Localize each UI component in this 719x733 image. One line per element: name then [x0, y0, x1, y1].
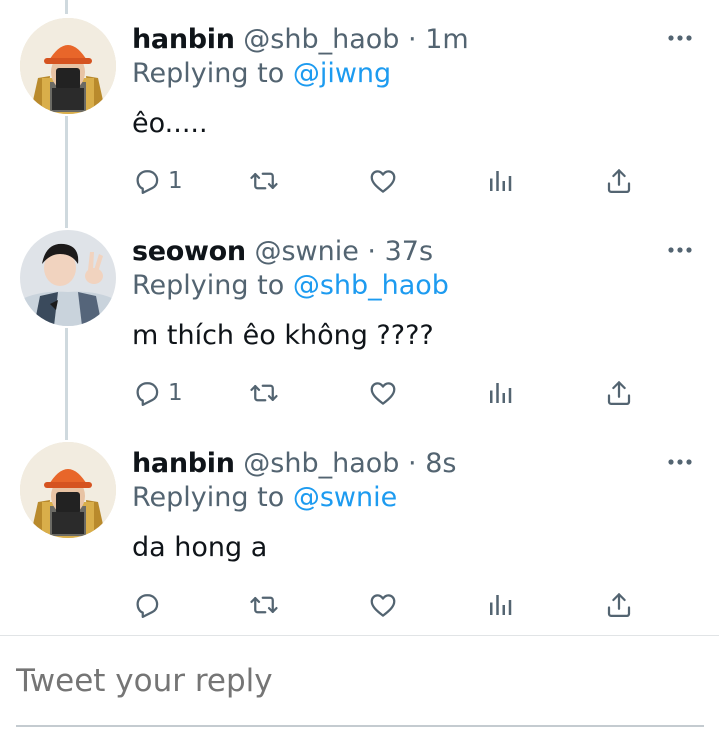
analytics-icon: [485, 378, 515, 408]
avatar-image: [20, 230, 116, 326]
more-icon[interactable]: [667, 245, 693, 255]
user-handle[interactable]: @shb_haob: [243, 24, 399, 55]
analytics-button[interactable]: [485, 587, 515, 623]
analytics-icon: [485, 590, 515, 620]
reply-icon: [132, 590, 162, 620]
tweet-header: hanbin @shb_haob · 1m: [132, 23, 699, 57]
reply-button[interactable]: [132, 587, 168, 623]
replying-to-prefix: Replying to: [132, 270, 293, 301]
replying-to: Replying to @swnie: [132, 481, 699, 515]
share-button[interactable]: [604, 587, 634, 623]
timestamp[interactable]: 37s: [385, 236, 433, 267]
share-button[interactable]: [604, 163, 634, 199]
replying-to: Replying to @shb_haob: [132, 269, 699, 303]
reply-count: 1: [168, 168, 183, 194]
replying-to-prefix: Replying to: [132, 482, 293, 513]
reply-count: 1: [168, 380, 183, 406]
display-name[interactable]: hanbin: [132, 448, 235, 479]
like-icon: [368, 166, 398, 196]
like-button[interactable]: [368, 375, 398, 411]
composer-divider: [0, 635, 719, 636]
like-icon: [368, 590, 398, 620]
replying-to: Replying to @jiwng: [132, 57, 699, 91]
tweet[interactable]: seowon @swnie · 37s Replying to @shb_hao…: [0, 212, 719, 424]
avatar-image: [20, 18, 116, 114]
mention-link[interactable]: @shb_haob: [293, 270, 449, 301]
tweet-text: êo.....: [132, 108, 208, 139]
retweet-button[interactable]: [249, 587, 279, 623]
more-icon[interactable]: [667, 457, 693, 467]
like-button[interactable]: [368, 587, 398, 623]
tweet[interactable]: hanbin @shb_haob · 1m Replying to @jiwng…: [0, 0, 719, 212]
replying-to-prefix: Replying to: [132, 58, 293, 89]
separator-dot: ·: [408, 24, 417, 55]
retweet-icon: [249, 378, 279, 408]
tweet-text: m thích êo không ????: [132, 320, 434, 351]
reply-button[interactable]: 1: [132, 375, 183, 411]
analytics-button[interactable]: [485, 163, 515, 199]
avatar[interactable]: [20, 18, 116, 114]
timestamp[interactable]: 8s: [425, 448, 456, 479]
retweet-icon: [249, 590, 279, 620]
avatar-image: [20, 442, 116, 538]
retweet-icon: [249, 166, 279, 196]
mention-link[interactable]: @swnie: [293, 482, 397, 513]
reply-icon: [132, 166, 162, 196]
tweet-text: da hong a: [132, 532, 268, 563]
like-button[interactable]: [368, 163, 398, 199]
tweet-actions: [132, 587, 652, 623]
retweet-button[interactable]: [249, 163, 279, 199]
mention-link[interactable]: @jiwng: [293, 58, 391, 89]
user-handle[interactable]: @swnie: [254, 236, 358, 267]
share-button[interactable]: [604, 375, 634, 411]
reply-icon: [132, 378, 162, 408]
user-handle[interactable]: @shb_haob: [243, 448, 399, 479]
avatar[interactable]: [20, 442, 116, 538]
reply-input-underline: [16, 725, 704, 727]
like-icon: [368, 378, 398, 408]
analytics-icon: [485, 166, 515, 196]
retweet-button[interactable]: [249, 375, 279, 411]
tweet-actions: 1: [132, 375, 652, 411]
share-icon: [604, 166, 634, 196]
separator-dot: ·: [408, 448, 417, 479]
display-name[interactable]: hanbin: [132, 24, 235, 55]
separator-dot: ·: [367, 236, 377, 267]
timestamp[interactable]: 1m: [425, 24, 468, 55]
tweet-header: hanbin @shb_haob · 8s: [132, 447, 699, 481]
reply-input[interactable]: [16, 656, 706, 706]
tweet[interactable]: hanbin @shb_haob · 8s Replying to @swnie…: [0, 424, 719, 635]
share-icon: [604, 590, 634, 620]
tweet-actions: 1: [132, 163, 652, 199]
avatar[interactable]: [20, 230, 116, 326]
tweet-header: seowon @swnie · 37s: [132, 235, 699, 269]
display-name[interactable]: seowon: [132, 236, 246, 267]
share-icon: [604, 378, 634, 408]
more-icon[interactable]: [667, 33, 693, 43]
analytics-button[interactable]: [485, 375, 515, 411]
reply-button[interactable]: 1: [132, 163, 183, 199]
